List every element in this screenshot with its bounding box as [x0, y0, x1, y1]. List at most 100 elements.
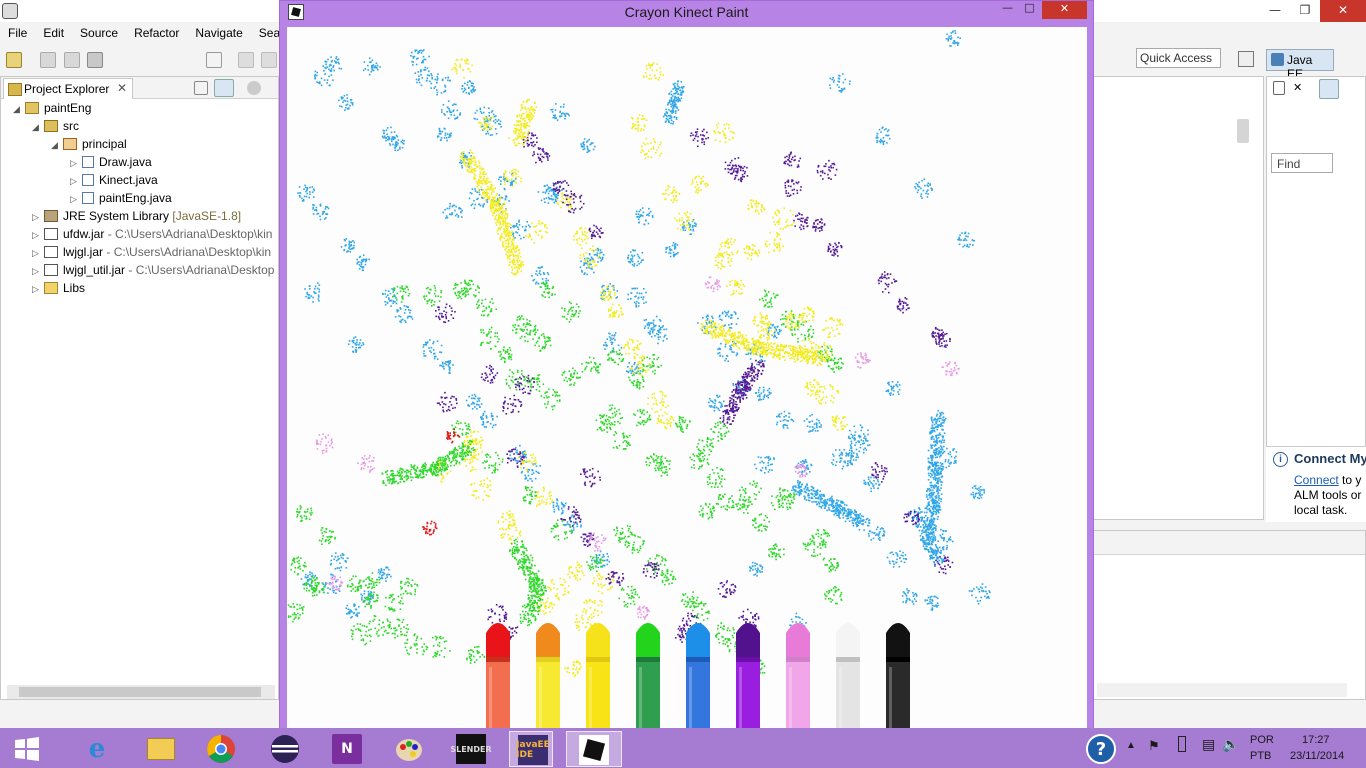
fold-icon — [44, 282, 58, 294]
connect-link[interactable]: Connect — [1294, 473, 1339, 487]
new-icon[interactable] — [6, 52, 22, 68]
connect-line2: ALM tools or — [1294, 488, 1362, 502]
proj-icon — [25, 102, 39, 114]
close-tab-icon[interactable]: ✕ — [117, 81, 127, 95]
tree-twisty-icon[interactable]: ▷ — [70, 158, 82, 169]
perspective-java-ee-button[interactable]: Java EE — [1266, 49, 1334, 81]
save-all-icon[interactable] — [64, 52, 80, 68]
tree-twisty-icon[interactable]: ◢ — [51, 140, 63, 151]
bottom-view-toolbar — [1093, 531, 1365, 555]
jar-icon — [44, 246, 58, 258]
info-icon: i — [1273, 452, 1288, 467]
tree-item-label: Kinect.java — [99, 173, 158, 187]
tree-twisty-icon[interactable]: ▷ — [32, 212, 44, 223]
restore-icon[interactable]: ❐ — [1290, 0, 1320, 22]
tree-item[interactable]: ▷ paintEng.java — [70, 191, 172, 209]
bottom-horizontal-scrollbar[interactable] — [1097, 683, 1347, 697]
tree-item-label: ufdw.jar — [63, 227, 105, 241]
sort-icon[interactable] — [1319, 79, 1339, 99]
jar-icon — [44, 264, 58, 276]
quick-access-field[interactable]: Quick Access — [1136, 48, 1221, 68]
skip-breakpoints-icon[interactable] — [206, 52, 222, 68]
find-input[interactable]: Find — [1271, 153, 1333, 173]
project-explorer-tab-label: Project Explorer — [24, 82, 110, 96]
connect-line1-rest: to y — [1338, 473, 1362, 487]
paint-title-bar[interactable]: Crayon Kinect Paint — □ ✕ — [280, 1, 1093, 25]
open-perspective-icon[interactable] — [1238, 51, 1254, 67]
task-list-icon[interactable] — [1273, 81, 1285, 95]
eclipse-window-controls: — ❐ ✕ — [1260, 0, 1366, 22]
tree-item-label: principal — [82, 137, 127, 151]
eclipse-app-icon — [2, 3, 18, 19]
tree-item[interactable]: ▷ lwjgl.jar - C:\Users\Adriana\Desktop\ki… — [32, 245, 271, 263]
java-icon — [82, 192, 94, 204]
tree-item[interactable]: ◢ src — [32, 119, 79, 137]
lib-icon — [44, 210, 58, 222]
save-icon[interactable] — [40, 52, 56, 68]
resume-icon[interactable] — [238, 52, 254, 68]
tree-twisty-icon[interactable]: ▷ — [70, 194, 82, 205]
tree-item-detail: [JavaSE-1.8] — [172, 209, 242, 223]
close-icon[interactable]: ✕ — [1042, 1, 1087, 19]
tree-item-label: src — [63, 119, 79, 133]
tree-item[interactable]: ▷ Libs — [32, 281, 85, 299]
tree-item-label: paintEng — [44, 101, 92, 115]
tree-item[interactable]: ▷ ufdw.jar - C:\Users\Adriana\Desktop\kin — [32, 227, 272, 245]
tree-twisty-icon[interactable]: ◢ — [32, 122, 44, 133]
drawing-canvas[interactable] — [287, 27, 1087, 729]
close-icon[interactable]: ✕ — [1293, 81, 1305, 94]
jar-icon — [44, 228, 58, 240]
java-icon — [82, 174, 94, 186]
tree-twisty-icon[interactable]: ▷ — [32, 230, 44, 241]
print-icon[interactable] — [87, 52, 103, 68]
tree-twisty-icon[interactable]: ▷ — [70, 176, 82, 187]
tree-item[interactable]: ◢ paintEng — [13, 101, 91, 119]
horizontal-scrollbar[interactable] — [7, 685, 275, 699]
vertical-scroll-thumb[interactable] — [1237, 119, 1249, 143]
eclipse-menu-bar: File Edit Source Refactor Navigate Searc… — [0, 22, 305, 44]
tree-item[interactable]: ▷ lwjgl_util.jar - C:\Users\Adriana\Deskt… — [32, 263, 274, 281]
tree-item-label: Draw.java — [99, 155, 152, 169]
tree-item-label: lwjgl_util.jar — [63, 263, 126, 277]
tree-twisty-icon[interactable]: ▷ — [32, 266, 44, 277]
paint-window-title: Crayon Kinect Paint — [624, 4, 749, 20]
connect-title: Connect My — [1294, 451, 1366, 466]
tree-item-detail: - C:\Users\Adriana\Desktop\kin — [106, 245, 272, 259]
tree-item-detail: - C:\Users\Adriana\Desktop — [128, 263, 275, 277]
tree-item[interactable]: ◢ principal — [51, 137, 127, 155]
connect-body: Connect to y ALM tools or local task. — [1294, 473, 1361, 518]
pkgf-icon — [44, 120, 58, 132]
view-menu-icon[interactable] — [247, 81, 261, 95]
tree-twisty-icon[interactable]: ▷ — [32, 284, 44, 295]
menu-navigate[interactable]: Navigate — [187, 22, 250, 44]
tree-twisty-icon[interactable]: ▷ — [32, 248, 44, 259]
menu-source[interactable]: Source — [72, 22, 126, 44]
connect-line3: local task. — [1294, 503, 1348, 517]
tree-twisty-icon[interactable]: ◢ — [13, 104, 25, 115]
tree-item-label: JRE System Library — [63, 209, 170, 223]
tree-item[interactable]: ▷ Kinect.java — [70, 173, 158, 191]
scrollbar-thumb[interactable] — [19, 687, 261, 697]
tree-item[interactable]: ▷ JRE System Library [JavaSE-1.8] — [32, 209, 241, 227]
menu-refactor[interactable]: Refactor — [126, 22, 187, 44]
menu-file[interactable]: File — [0, 22, 35, 44]
close-icon[interactable]: ✕ — [1320, 0, 1366, 22]
bottom-view — [1092, 530, 1366, 700]
project-explorer-view: Project Explorer ✕ ◢ paintEng ◢ src ◢ princ… — [0, 76, 279, 700]
java-icon — [82, 156, 94, 168]
tree-item[interactable]: ▷ Draw.java — [70, 155, 152, 173]
suspend-icon[interactable] — [261, 52, 277, 68]
tree-item-label: lwjgl.jar — [63, 245, 104, 259]
tree-item-detail: - C:\Users\Adriana\Desktop\kin — [107, 227, 273, 241]
pkg-icon — [63, 138, 77, 150]
collapse-all-icon[interactable] — [194, 81, 208, 95]
crayon-paint-window: Crayon Kinect Paint — □ ✕ — [279, 0, 1094, 768]
maximize-icon[interactable]: □ — [1016, 1, 1043, 19]
link-with-editor-icon[interactable] — [214, 79, 234, 97]
tree-item-label: paintEng.java — [99, 191, 172, 205]
project-explorer-header: Project Explorer ✕ — [1, 77, 278, 99]
minimize-icon[interactable]: — — [1260, 0, 1290, 22]
menu-edit[interactable]: Edit — [35, 22, 72, 44]
tree-item-label: Libs — [63, 281, 86, 295]
tab-project-explorer[interactable]: Project Explorer ✕ — [3, 78, 133, 99]
